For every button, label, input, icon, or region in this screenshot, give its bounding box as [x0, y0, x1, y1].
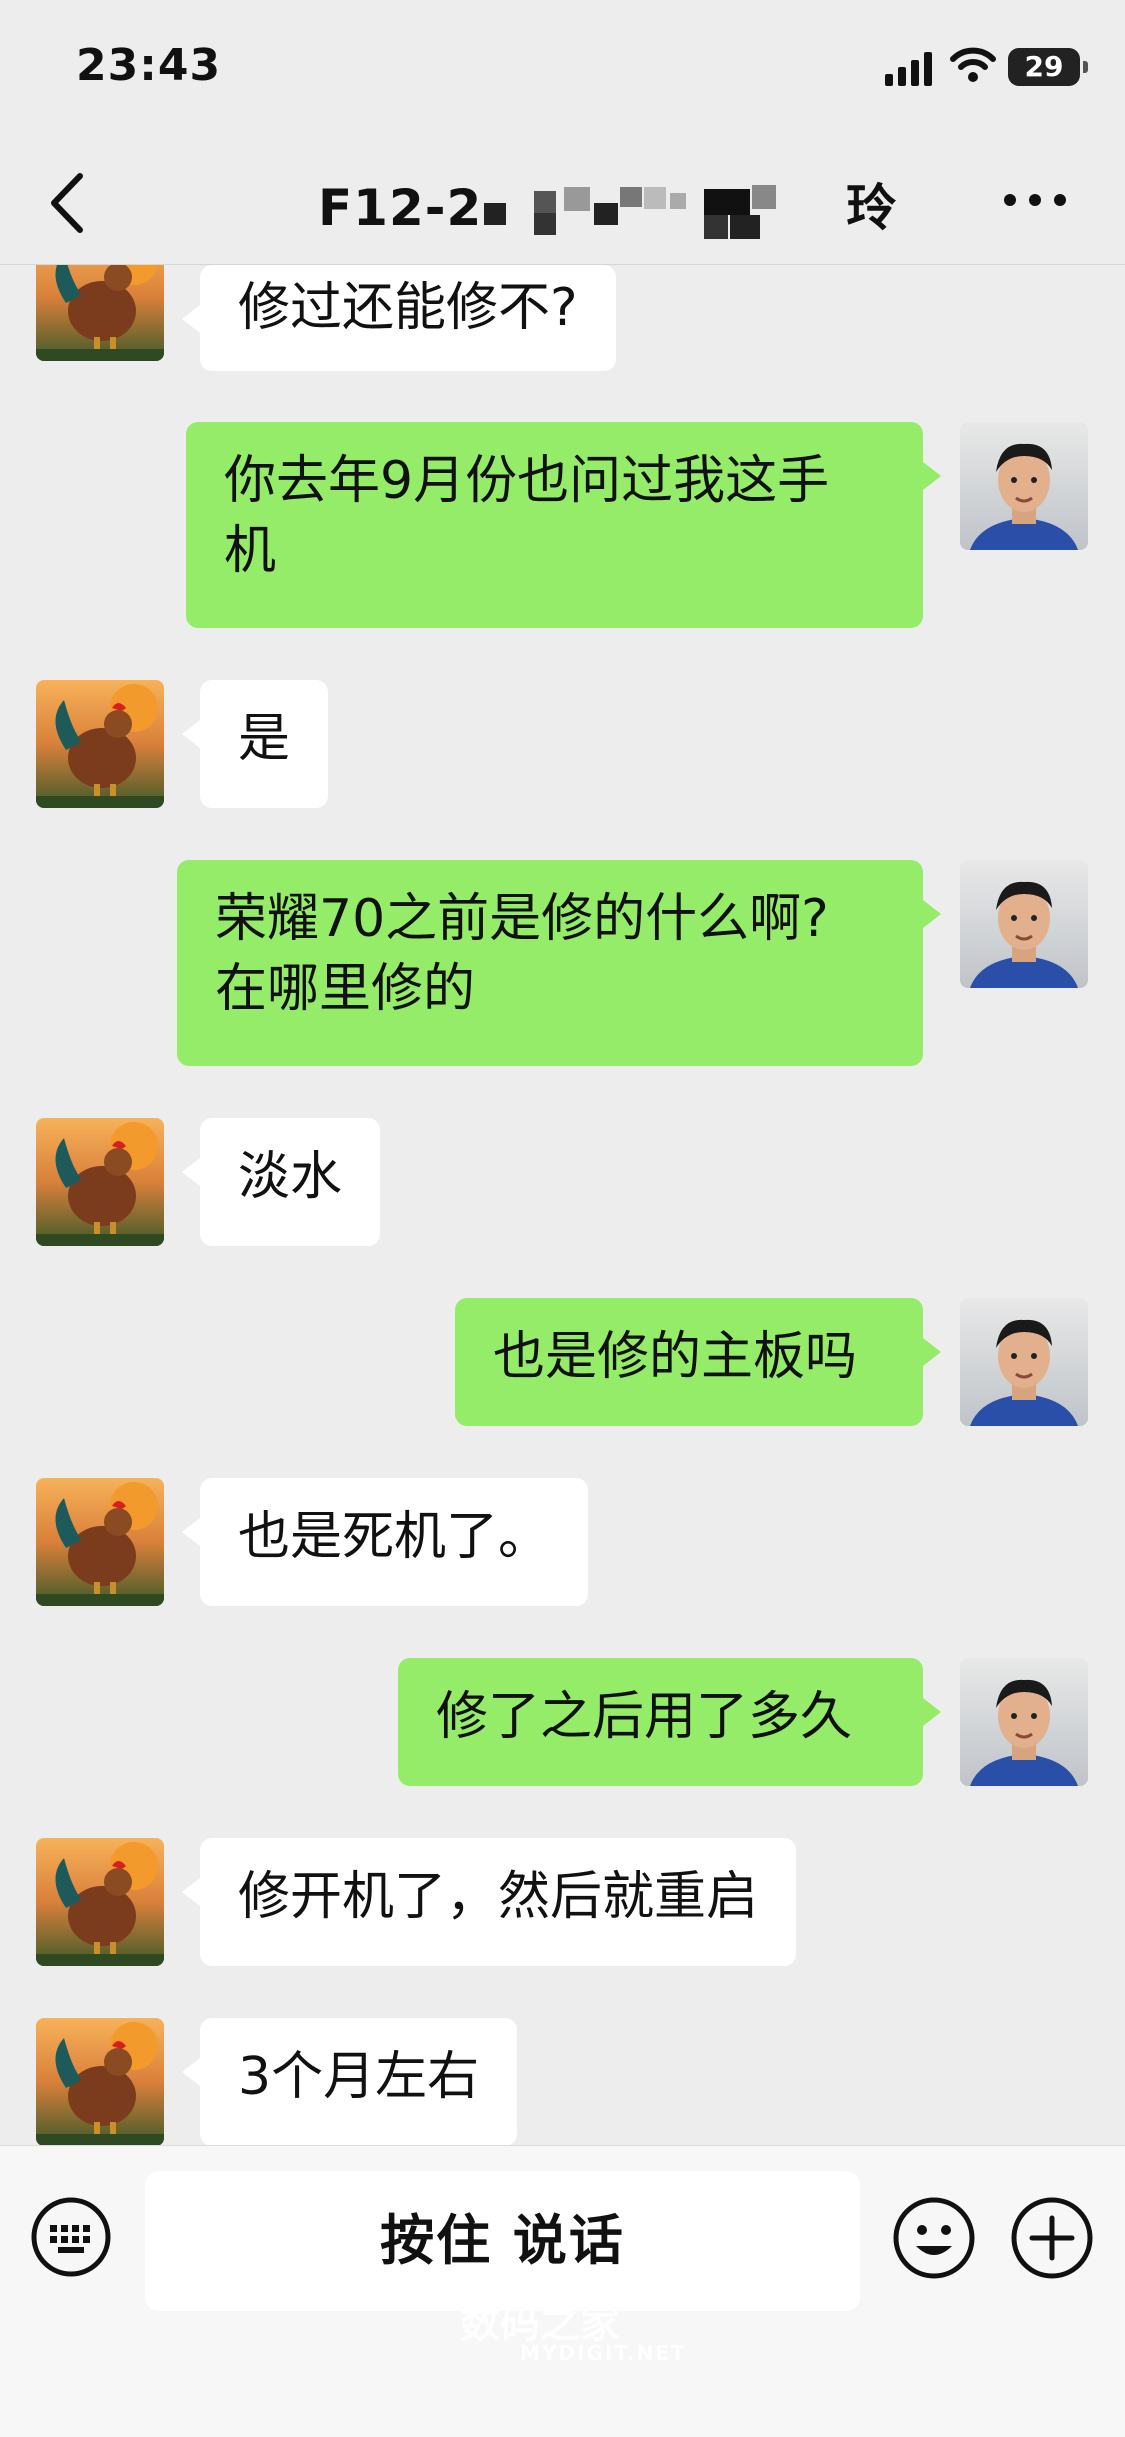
emoji-icon[interactable] [892, 2196, 976, 2280]
message-text: 修了之后用了多久 [436, 1687, 853, 1747]
message-text: 也是修的主板吗 [493, 1327, 858, 1387]
chat-title: F12-2 玲 [318, 168, 897, 243]
contact-avatar[interactable] [36, 2018, 164, 2145]
message-bubble-incoming[interactable]: 3个月左右 [181, 2018, 518, 2145]
contact-avatar[interactable] [36, 1838, 164, 1966]
chat-title-suffix: 玲 [846, 179, 898, 237]
my-avatar[interactable] [960, 860, 1088, 988]
message-bubble-incoming[interactable]: 也是死机了。 [181, 1478, 589, 1606]
message-bubble-incoming[interactable]: 修过还能修不? [182, 265, 616, 371]
message-bubble-outgoing[interactable]: 你去年9月份也问过我这手 机 [186, 422, 941, 628]
message-bubble-outgoing[interactable]: 修了之后用了多久 [398, 1658, 941, 1786]
my-avatar[interactable] [960, 1298, 1088, 1426]
hold-to-talk-button[interactable]: 按住 说话 [145, 2171, 860, 2311]
battery-icon: 29 [1008, 48, 1088, 86]
contact-avatar[interactable] [36, 1478, 164, 1606]
message-bubble-incoming[interactable]: 修开机了，然后就重启 [181, 1838, 797, 1966]
chat-header: F12-2 玲 [0, 140, 1125, 265]
redacted-name-mosaic [484, 181, 844, 243]
plus-icon[interactable] [1010, 2196, 1094, 2280]
keyboard-toggle-icon[interactable] [30, 2196, 112, 2278]
contact-avatar[interactable] [36, 265, 164, 361]
more-options-icon[interactable] [1000, 185, 1070, 215]
chat-title-prefix: F12-2 [318, 179, 483, 237]
message-text: 也是死机了。 [238, 1507, 551, 1567]
message-bubble-outgoing[interactable]: 也是修的主板吗 [455, 1298, 941, 1426]
message-bubble-incoming[interactable]: 淡水 [181, 1118, 381, 1246]
contact-avatar[interactable] [36, 680, 164, 808]
wifi-icon [950, 47, 996, 82]
message-bubble-outgoing[interactable]: 荣耀70之前是修的什么啊? 在哪里修的 [177, 860, 941, 1066]
contact-avatar[interactable] [36, 1118, 164, 1246]
message-text: 修过还能修不? [238, 278, 578, 338]
message-bubble-incoming[interactable]: 是 [181, 680, 329, 808]
chat-input-bar: 按住 说话 数码之家 MYDIGIT.NET [0, 2145, 1125, 2437]
message-text-line: 荣耀70之前是修的什么啊? [215, 889, 829, 949]
status-bar: 23:43 29 [0, 0, 1125, 140]
message-text-line: 机 [224, 521, 277, 581]
my-avatar[interactable] [960, 422, 1088, 550]
cellular-signal-icon [885, 52, 932, 86]
message-text: 是 [238, 709, 291, 769]
message-text-line: 你去年9月份也问过我这手 [224, 451, 830, 511]
back-arrow-icon[interactable] [40, 168, 100, 238]
watermark: 数码之家 MYDIGIT.NET [460, 2291, 687, 2365]
clock: 23:43 [76, 40, 222, 91]
watermark-en: MYDIGIT.NET [520, 2341, 687, 2365]
my-avatar[interactable] [960, 1658, 1088, 1786]
message-list[interactable]: 修过还能修不? 你去年9月份也问过我这手 机 是 荣耀70之前是修的什么啊? 在… [0, 265, 1125, 2145]
message-text: 淡水 [238, 1147, 343, 1207]
message-text: 修开机了，然后就重启 [238, 1867, 759, 1927]
message-text-line: 在哪里修的 [215, 959, 476, 1019]
message-text: 3个月左右 [238, 2047, 480, 2107]
